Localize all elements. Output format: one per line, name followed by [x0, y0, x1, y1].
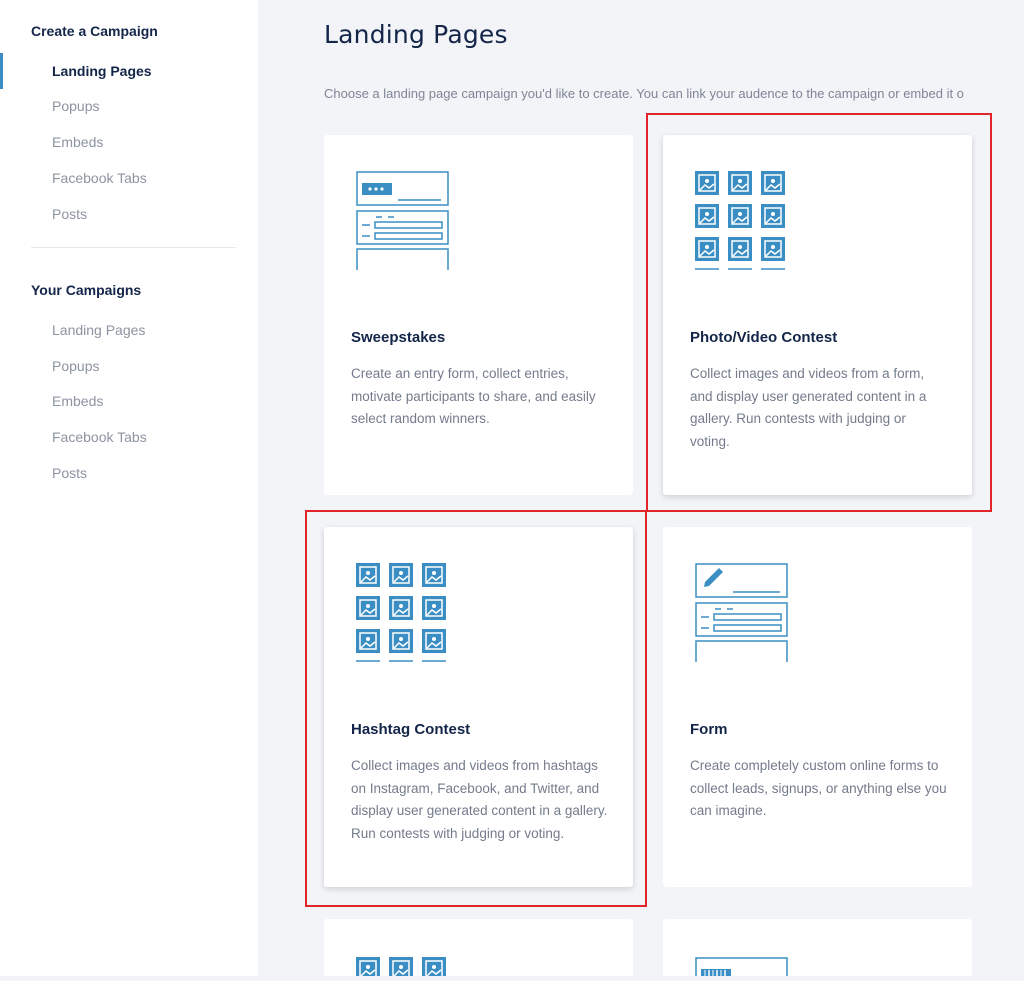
sidebar-item-create-facebook-tabs[interactable]: Facebook Tabs	[52, 170, 147, 186]
sidebar-item-your-popups[interactable]: Popups	[52, 358, 99, 374]
sidebar-item-create-posts[interactable]: Posts	[52, 206, 87, 222]
page-description: Choose a landing page campaign you'd lik…	[324, 86, 964, 101]
sidebar-divider	[31, 247, 236, 248]
photo-grid-icon	[694, 170, 789, 276]
card-sweepstakes[interactable]: Sweepstakes Create an entry form, collec…	[324, 135, 633, 495]
sidebar-item-your-embeds[interactable]: Embeds	[52, 393, 103, 409]
card-title: Hashtag Contest	[351, 721, 471, 738]
card-hashtag-contest[interactable]: Hashtag Contest Collect images and video…	[324, 527, 633, 887]
sweepstakes-ticket-form-icon	[356, 171, 450, 276]
photo-grid-icon	[355, 562, 450, 668]
page-title: Landing Pages	[324, 20, 508, 49]
form-pencil-icon	[695, 563, 789, 668]
card-partial-barcode-form[interactable]	[663, 919, 972, 976]
card-description: Create an entry form, collect entries, m…	[351, 366, 596, 426]
card-title: Photo/Video Contest	[690, 329, 838, 346]
card-form[interactable]: Form Create completely custom online for…	[663, 527, 972, 887]
sidebar: Create a Campaign Landing Pages Popups E…	[0, 0, 258, 976]
sidebar-item-create-landing-pages[interactable]: Landing Pages	[52, 63, 152, 79]
sidebar-item-create-popups[interactable]: Popups	[52, 98, 99, 114]
card-description: Create completely custom online forms to…	[690, 758, 947, 818]
barcode-form-icon	[695, 957, 789, 981]
photo-grid-icon	[355, 956, 450, 981]
card-title: Sweepstakes	[351, 329, 446, 346]
card-photo-video-contest[interactable]: Photo/Video Contest Collect images and v…	[663, 135, 972, 495]
sidebar-item-your-facebook-tabs[interactable]: Facebook Tabs	[52, 429, 147, 445]
create-campaign-heading: Create a Campaign	[31, 23, 158, 39]
your-campaigns-heading: Your Campaigns	[31, 282, 142, 298]
active-indicator	[0, 53, 3, 89]
card-title: Form	[690, 721, 728, 738]
sidebar-item-your-landing-pages[interactable]: Landing Pages	[52, 322, 145, 338]
sidebar-item-your-posts[interactable]: Posts	[52, 465, 87, 481]
sidebar-item-create-embeds[interactable]: Embeds	[52, 134, 103, 150]
card-description: Collect images and videos from a form, a…	[690, 366, 927, 449]
card-partial-photo-grid[interactable]	[324, 919, 633, 981]
card-description: Collect images and videos from hashtags …	[351, 758, 608, 841]
